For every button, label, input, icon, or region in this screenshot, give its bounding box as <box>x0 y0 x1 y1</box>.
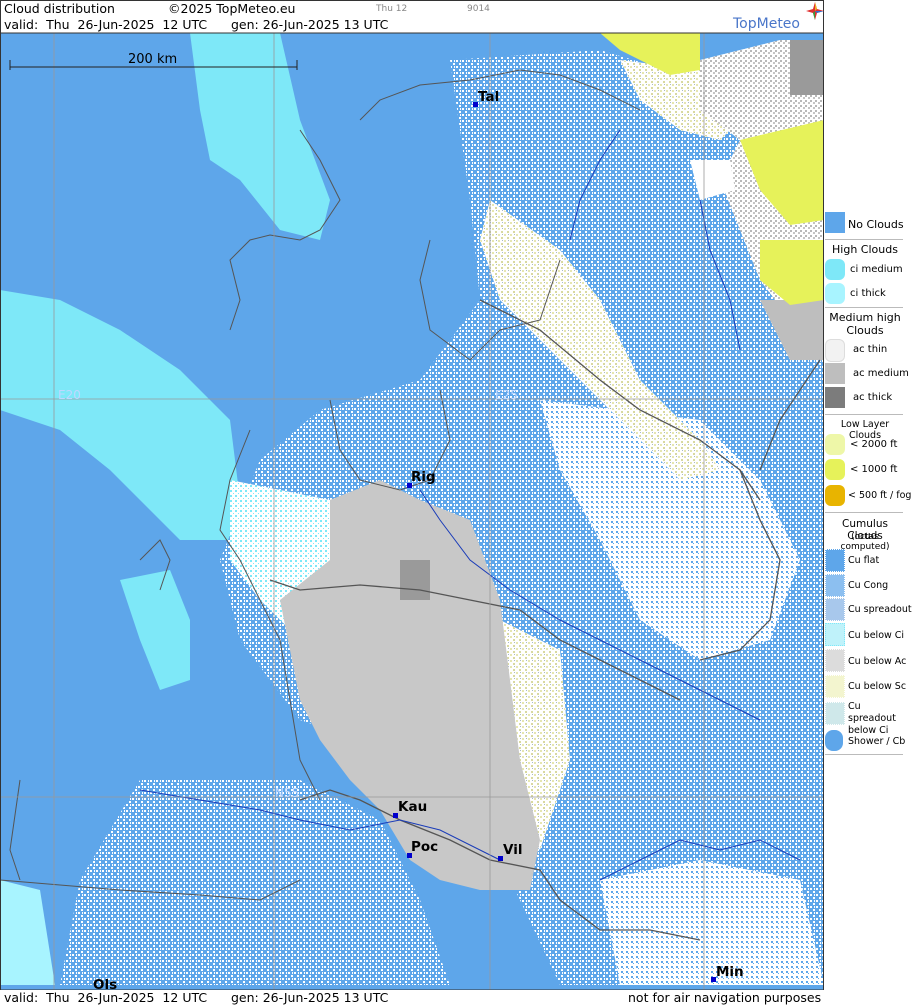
brand-logo-text: TopMeteo <box>733 16 800 32</box>
legend-swatch-lt500 <box>825 485 845 506</box>
legend-swatch-ac-thin <box>825 339 845 362</box>
legend-swatch-ci-medium <box>825 259 845 280</box>
small-time: Thu 12 <box>376 4 408 14</box>
legend-ci-medium: ci medium <box>850 264 903 275</box>
legend-separator <box>825 239 903 240</box>
scale-label: 200 km <box>128 52 178 67</box>
footer-gen: gen: 26-Jun-2025 13 UTC <box>231 990 389 1005</box>
small-code: 9014 <box>467 4 490 14</box>
legend-lt1000: < 1000 ft <box>850 464 898 475</box>
legend-shower-cb: Shower / Cb <box>848 736 906 747</box>
legend-cu-below-ci: Cu below Ci <box>848 630 905 641</box>
legend-cu-flat: Cu flat <box>848 555 880 566</box>
legend-separator <box>825 512 903 513</box>
compass-icon <box>806 2 824 20</box>
legend-ac-thick: ac thick <box>853 392 893 403</box>
legend-heading-high: High Clouds <box>832 243 898 256</box>
legend-cu-spreadout: Cu spreadout <box>848 604 912 615</box>
gen-time: gen: 26-Jun-2025 13 UTC <box>231 17 389 32</box>
legend-ac-thin: ac thin <box>853 344 888 355</box>
city-label: Tal <box>478 89 500 105</box>
footer-disclaimer: not for air navigation purposes <box>628 990 822 1005</box>
cloud-map <box>0 0 824 1005</box>
ac-thick-area <box>400 560 430 600</box>
legend-swatch-cu-spreadout <box>825 598 845 621</box>
legend-swatch-ac-thick <box>825 387 845 408</box>
legend-swatch-no-clouds <box>825 212 845 233</box>
parallel-label: N55 <box>275 786 300 800</box>
valid-time: valid: Thu 26-Jun-2025 12 UTC <box>4 17 208 32</box>
legend-separator <box>825 754 903 755</box>
legend-cu-spreadout-below-ci: Cu spreadout below Ci <box>848 701 896 736</box>
legend-swatch-cu-below-ci <box>825 623 845 646</box>
legend-heading-medium: Medium high Clouds <box>829 311 901 337</box>
legend-cu-below-sc: Cu below Sc <box>848 681 907 692</box>
legend-lt500: < 500 ft / fog <box>848 490 912 501</box>
legend-swatch-lt2000 <box>825 434 845 455</box>
city-label: Kau <box>398 799 428 815</box>
city-label: Min <box>716 964 744 980</box>
legend-no-clouds: No Clouds <box>848 218 904 231</box>
legend-swatch-ci-thick <box>825 283 845 304</box>
map-title: Cloud distribution <box>4 1 115 16</box>
legend-ci-thick: ci thick <box>850 288 886 299</box>
meridian-label: E20 <box>58 388 81 402</box>
city-label: Rig <box>411 469 436 485</box>
legend-swatch-cu-cong <box>825 574 845 597</box>
legend-swatch-shower-cb <box>825 730 843 751</box>
legend-separator <box>825 307 903 308</box>
ac-thick-area <box>790 40 824 95</box>
legend-swatch-lt1000 <box>825 459 845 480</box>
legend-ac-medium: ac medium <box>853 368 909 379</box>
city-label: Vil <box>503 842 523 858</box>
meridian-label: E25 <box>495 388 518 402</box>
city-label: Poc <box>411 839 439 855</box>
legend-swatch-ac-medium <box>825 363 845 384</box>
legend-swatch-cu-flat <box>825 549 845 572</box>
city-label: Ols <box>93 977 118 993</box>
legend-swatch-cu-below-sc <box>825 675 845 698</box>
legend-cu-below-ac: Cu below Ac <box>848 656 907 667</box>
legend-swatch-cu-spreadout-below-ci <box>825 702 845 725</box>
copyright: ©2025 TopMeteo.eu <box>168 1 296 16</box>
legend-separator <box>825 414 903 415</box>
legend-cu-cong: Cu Cong <box>848 580 889 591</box>
cu-cong-area <box>600 860 824 985</box>
legend-lt2000: < 2000 ft <box>850 439 898 450</box>
legend-swatch-cu-below-ac <box>825 649 845 672</box>
